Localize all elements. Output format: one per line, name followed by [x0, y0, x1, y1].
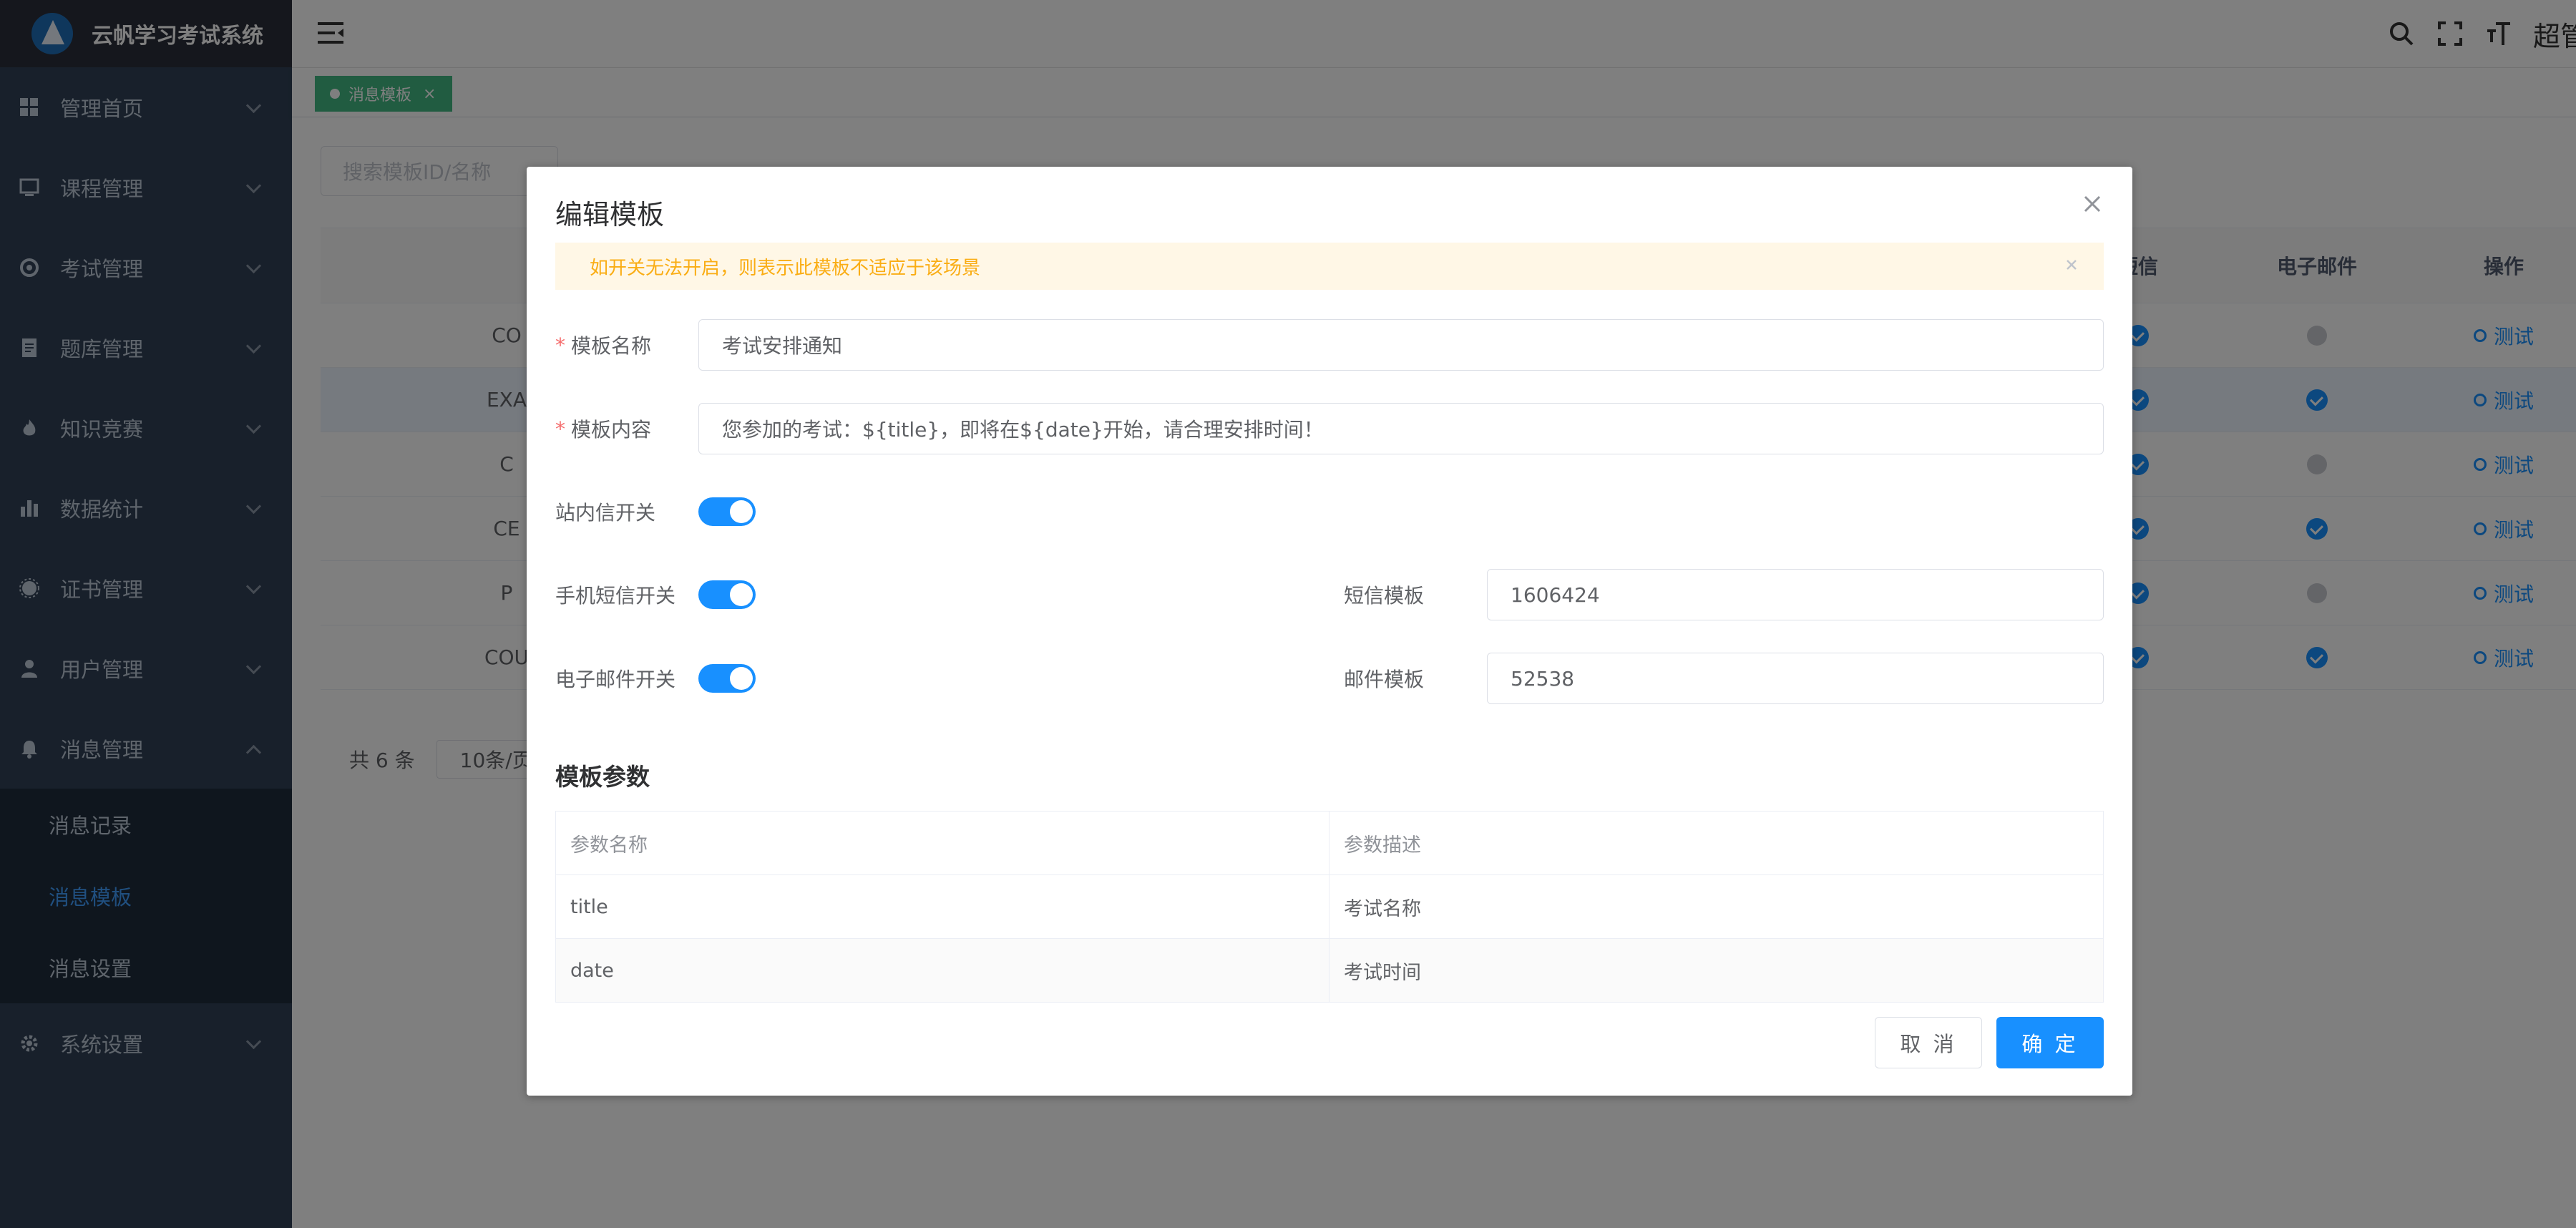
param-desc: 考试时间	[1344, 961, 1421, 984]
required-mark: *	[555, 416, 565, 441]
edit-template-dialog: 编辑模板 如开关无法开启，则表示此模板不适应于该场景 * 模板名称 考试安排通知…	[527, 167, 2132, 1096]
params-table: 参数名称 参数描述 title 考试名称 date 考试时间	[555, 811, 2104, 1003]
params-section-title: 模板参数	[555, 763, 650, 791]
template-content-input[interactable]: 您参加的考试：${title}，即将在${date}开始，请合理安排时间！	[698, 403, 2104, 454]
label-text: 模板名称	[571, 334, 652, 358]
inbox-switch-label: 站内信开关	[555, 501, 656, 525]
params-header-name: 参数名称	[556, 812, 1330, 874]
param-desc: 考试名称	[1344, 897, 1421, 920]
close-icon[interactable]	[2061, 254, 2082, 276]
mail-switch-label: 电子邮件开关	[555, 668, 676, 691]
params-header-desc: 参数描述	[1344, 834, 1421, 857]
required-mark: *	[555, 333, 565, 357]
table-row: title 考试名称	[556, 875, 2103, 939]
sms-switch[interactable]	[698, 580, 756, 609]
dialog-title: 编辑模板	[555, 199, 665, 230]
mail-switch[interactable]	[698, 664, 756, 693]
sms-template-label: 短信模板	[1344, 584, 1425, 608]
alert-text: 如开关无法开启，则表示此模板不适应于该场景	[590, 257, 981, 279]
mail-template-label: 邮件模板	[1344, 668, 1425, 691]
warning-alert: 如开关无法开启，则表示此模板不适应于该场景	[555, 243, 2104, 290]
template-name-label: * 模板名称	[555, 319, 651, 371]
param-name: title	[556, 875, 1330, 938]
mail-template-input[interactable]: 52538	[1487, 653, 2104, 704]
close-icon[interactable]	[2081, 193, 2104, 215]
table-row: date 考试时间	[556, 939, 2103, 1002]
confirm-button[interactable]: 确 定	[1996, 1017, 2104, 1068]
sms-template-input[interactable]: 1606424	[1487, 569, 2104, 620]
sms-switch-label: 手机短信开关	[555, 584, 676, 608]
cancel-button[interactable]: 取 消	[1875, 1017, 1982, 1068]
label-text: 模板内容	[571, 418, 652, 442]
param-name: date	[556, 939, 1330, 1002]
template-name-input[interactable]: 考试安排通知	[698, 319, 2104, 371]
params-header-row: 参数名称 参数描述	[556, 812, 2103, 875]
template-content-label: * 模板内容	[555, 403, 651, 454]
inbox-switch[interactable]	[698, 497, 756, 526]
